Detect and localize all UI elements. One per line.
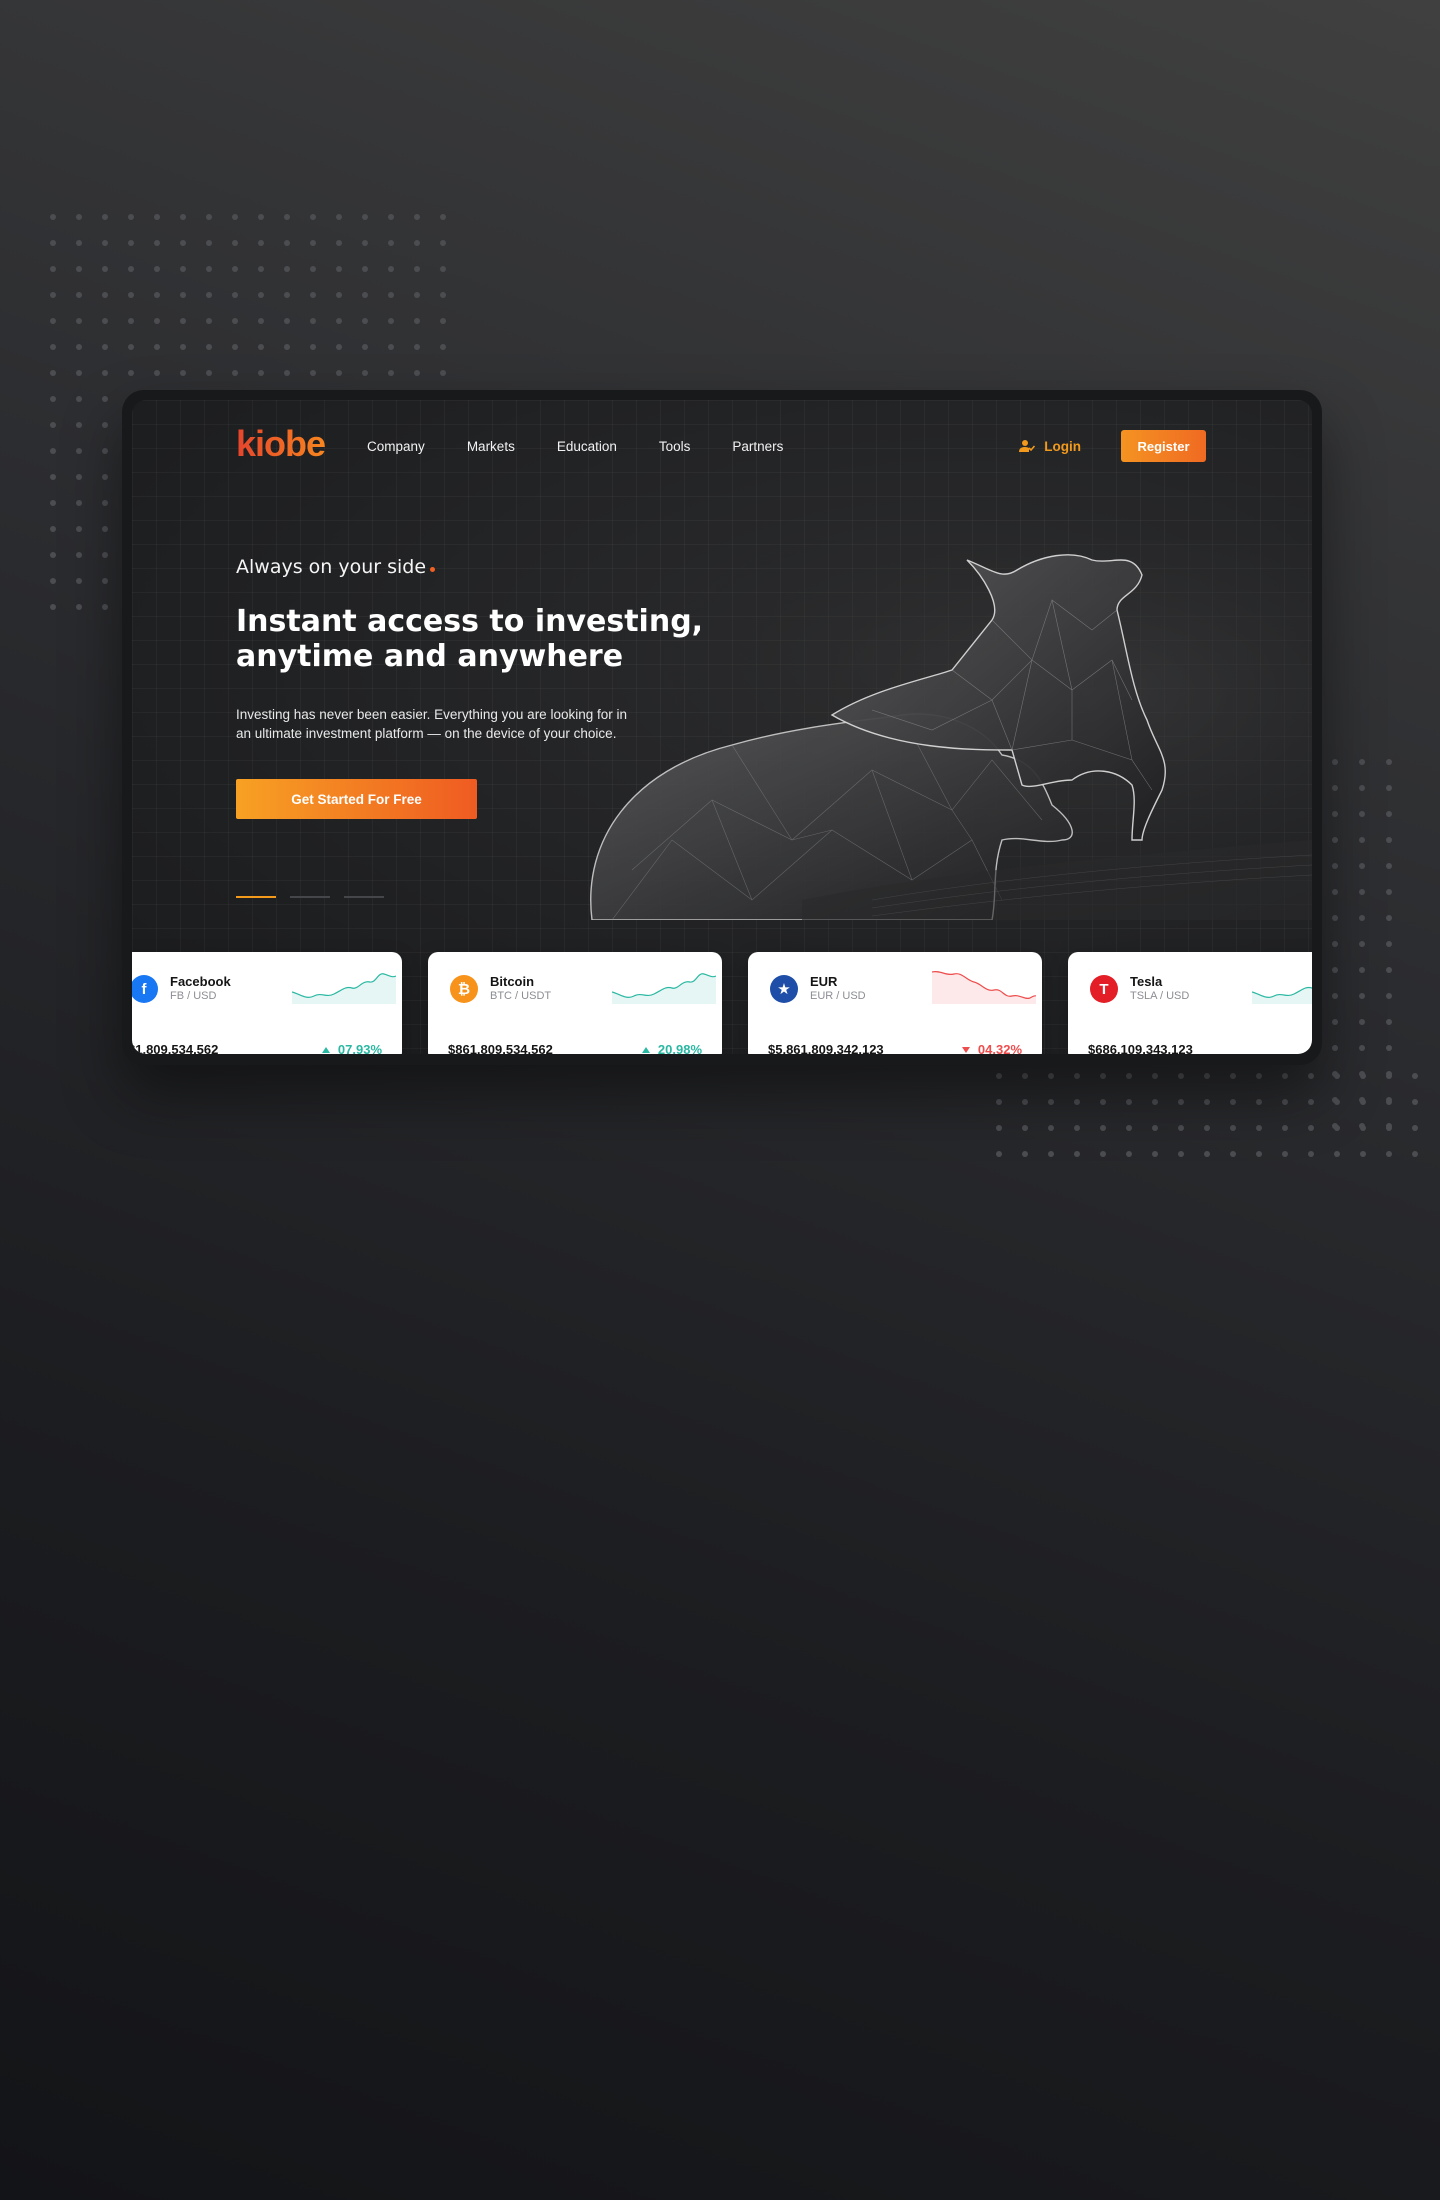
- headline-line-2: anytime and anywhere: [236, 639, 624, 674]
- facebook-icon: f: [132, 975, 158, 1003]
- caret-up-icon: [641, 1046, 650, 1053]
- slide-dot-1[interactable]: [236, 896, 276, 898]
- ticker-change-value: 07.93%: [337, 1042, 382, 1054]
- ticker-price: $1,809,534,562: [132, 1042, 219, 1054]
- ticker-sparkline: [292, 973, 396, 1004]
- ticker-sparkline: [932, 970, 1036, 1004]
- ticker-card-tesla[interactable]: TTeslaTSLA / USD$686,109,343,12305: [1068, 952, 1312, 1054]
- user-check-icon: [1019, 440, 1036, 452]
- ticker-change-value: 04.32%: [977, 1042, 1022, 1054]
- ticker-change: 04.32%: [961, 1042, 1022, 1054]
- decorative-dot-grid: [996, 1073, 1418, 1157]
- eu-flag-icon: ★: [770, 975, 798, 1003]
- laptop-frame: kiobe Company Markets Education Tools Pa…: [122, 390, 1322, 1065]
- ticker-pair: BTC / USDT: [490, 990, 552, 1002]
- market-ticker-strip: f Facebook FB / USD $1,809,534,562 07.93% ₿ Bi…: [132, 952, 1312, 1054]
- ticker-card-bitcoin[interactable]: ₿ Bitcoin BTC / USDT $861,809,534,562 20.98%: [428, 952, 722, 1054]
- ticker-pair: FB / USD: [170, 990, 217, 1002]
- ticker-name: Bitcoin: [490, 974, 535, 989]
- login-label: Login: [1044, 438, 1081, 454]
- subtext-line-2: an ultimate investment platform — on the…: [236, 726, 617, 741]
- ticker-price: $686,109,343,123: [1088, 1042, 1193, 1054]
- tesla-icon: T: [1090, 975, 1118, 1003]
- hero-slide-indicator: [236, 896, 384, 898]
- caret-down-icon: [961, 1046, 970, 1053]
- hero-tagline: Always on your side: [236, 556, 436, 578]
- hero-headline: Instant access to investing, anytime and…: [236, 604, 736, 674]
- ticker-change: 07.93%: [321, 1042, 382, 1054]
- ticker-card-facebook[interactable]: f Facebook FB / USD $1,809,534,562 07.93%: [132, 952, 402, 1054]
- ticker-price: $5,861,809,342,123: [768, 1042, 884, 1054]
- nav-item-partners[interactable]: Partners: [732, 439, 783, 454]
- login-link[interactable]: Login: [1019, 439, 1081, 454]
- nav-actions: Login Register: [1019, 430, 1206, 462]
- caret-up-icon: [321, 1046, 330, 1053]
- ticker-change-value: 20.98%: [657, 1042, 702, 1054]
- ticker-name: Facebook: [170, 974, 231, 989]
- ticker-sparkline: [612, 973, 716, 1004]
- website-screen: kiobe Company Markets Education Tools Pa…: [132, 400, 1312, 1054]
- tagline-text: Always on your side: [236, 556, 427, 578]
- tagline-dot: [430, 567, 436, 572]
- get-started-button[interactable]: Get Started For Free: [236, 779, 477, 819]
- ticker-pair: EUR / USD: [810, 990, 866, 1002]
- nav-item-company[interactable]: Company: [367, 439, 425, 454]
- register-button[interactable]: Register: [1121, 430, 1206, 462]
- ticker-sparkline: [1252, 986, 1312, 1004]
- slide-dot-3[interactable]: [344, 896, 384, 898]
- ticker-change: 20.98%: [641, 1042, 702, 1054]
- ticker-name: Tesla: [1130, 974, 1163, 989]
- ticker-card-eur[interactable]: ★ EUR EUR / USD $5,861,809,342,123 04.32%: [748, 952, 1042, 1054]
- top-navigation: kiobe Company Markets Education Tools Pa…: [236, 426, 1206, 464]
- polygon-bull-bear-illustration: [572, 540, 1312, 920]
- nav-item-tools[interactable]: Tools: [659, 439, 691, 454]
- slide-dot-2[interactable]: [290, 896, 330, 898]
- subtext-line-1: Investing has never been easier. Everyth…: [236, 707, 627, 722]
- hero-subtext: Investing has never been easier. Everyth…: [236, 705, 666, 743]
- ticker-price: $861,809,534,562: [448, 1042, 553, 1054]
- main-menu: Company Markets Education Tools Partners: [367, 439, 825, 454]
- ticker-pair: TSLA / USD: [1130, 990, 1190, 1002]
- nav-item-education[interactable]: Education: [557, 439, 617, 454]
- kiobe-logo[interactable]: kiobe: [236, 426, 326, 462]
- bitcoin-icon: ₿: [450, 975, 478, 1003]
- nav-item-markets[interactable]: Markets: [467, 439, 515, 454]
- headline-line-1: Instant access to investing,: [236, 604, 704, 639]
- ticker-name: EUR: [810, 974, 838, 989]
